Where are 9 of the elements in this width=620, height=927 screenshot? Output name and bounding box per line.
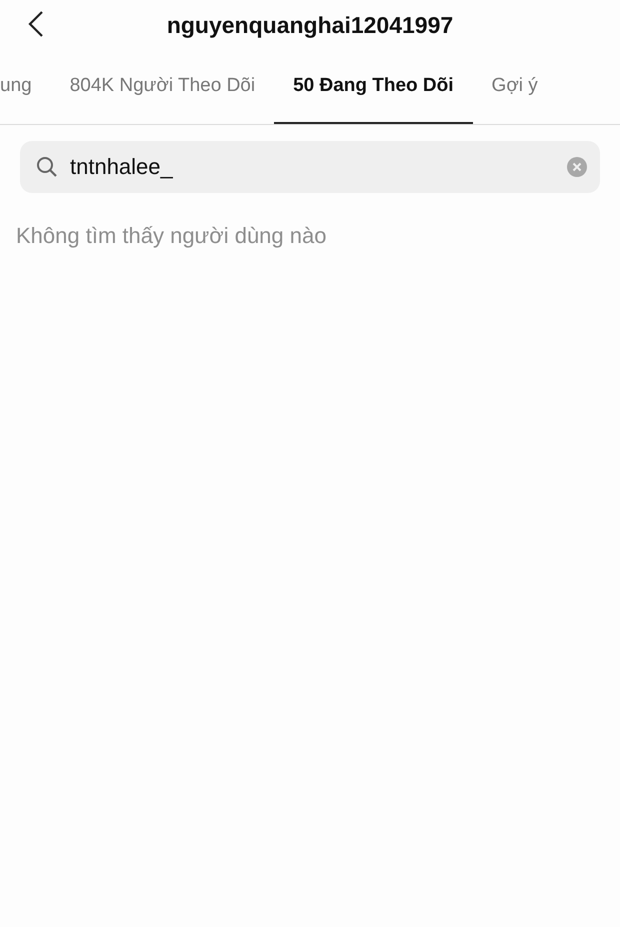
search-icon	[36, 156, 58, 178]
tab[interactable]: 804K Người Theo Dõi	[50, 50, 274, 124]
tab[interactable]: ung	[0, 50, 51, 124]
profile-username: nguyenquanghai12041997	[166, 12, 454, 38]
search-field[interactable]: tntnhalee_	[20, 141, 600, 193]
empty-message: Không tìm thấy người dùng nào	[16, 223, 328, 249]
tab[interactable]: 50 Đang Theo Dõi	[274, 50, 473, 124]
back-icon[interactable]	[26, 10, 46, 38]
tab[interactable]: Gợi ý	[472, 50, 557, 124]
